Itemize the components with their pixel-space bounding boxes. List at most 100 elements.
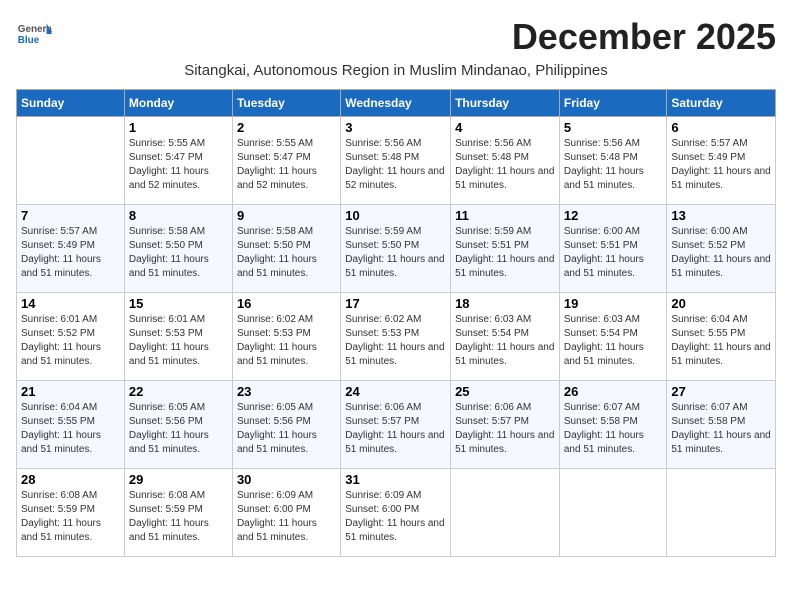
calendar-cell: 10 Sunrise: 5:59 AMSunset: 5:50 PMDayligh… — [341, 205, 451, 293]
day-number: 18 — [455, 296, 555, 311]
day-info: Sunrise: 6:01 AMSunset: 5:52 PMDaylight:… — [21, 313, 120, 369]
header-cell-monday: Monday — [124, 90, 232, 117]
calendar-cell: 12Sunrise: 6:00 AMSunset: 5:51 PMDayligh… — [559, 205, 667, 293]
calendar-cell: 14Sunrise: 6:01 AMSunset: 5:52 PMDayligh… — [17, 293, 125, 381]
day-info: Sunrise: 6:08 AMSunset: 5:59 PMDaylight:… — [21, 489, 120, 545]
day-number: 5 — [564, 120, 663, 135]
calendar-cell: 13 Sunrise: 6:00 AMSunset: 5:52 PMDayligh… — [667, 205, 776, 293]
calendar-cell: 11 Sunrise: 5:59 AMSunset: 5:51 PMDayligh… — [451, 205, 560, 293]
day-number: 31 — [345, 472, 446, 487]
calendar-cell: 8 Sunrise: 5:58 AMSunset: 5:50 PMDaylight… — [124, 205, 232, 293]
day-info: Sunrise: 6:03 AMSunset: 5:54 PMDaylight:… — [455, 313, 555, 369]
day-number: 11 — [455, 208, 555, 223]
header: General Blue December 2025 — [16, 16, 776, 58]
calendar-cell — [451, 469, 560, 557]
header-cell-thursday: Thursday — [451, 90, 560, 117]
day-number: 30 — [237, 472, 336, 487]
day-number: 29 — [129, 472, 228, 487]
svg-text:Blue: Blue — [18, 35, 40, 46]
day-number: 6 — [671, 120, 771, 135]
day-info: Sunrise: 6:09 AMSunset: 6:00 PMDaylight:… — [237, 489, 336, 545]
calendar-cell: 1 Sunrise: 5:55 AMSunset: 5:47 PMDaylight… — [124, 117, 232, 205]
day-info: Sunrise: 5:59 AMSunset: 5:51 PMDaylight:… — [455, 225, 555, 281]
day-number: 3 — [345, 120, 446, 135]
day-number: 17 — [345, 296, 446, 311]
day-number: 23 — [237, 384, 336, 399]
day-info: Sunrise: 6:05 AMSunset: 5:56 PMDaylight:… — [237, 401, 336, 457]
header-cell-friday: Friday — [559, 90, 667, 117]
header-cell-wednesday: Wednesday — [341, 90, 451, 117]
calendar-cell: 5 Sunrise: 5:56 AMSunset: 5:48 PMDaylight… — [559, 117, 667, 205]
day-info: Sunrise: 6:07 AMSunset: 5:58 PMDaylight:… — [671, 401, 771, 457]
day-number: 27 — [671, 384, 771, 399]
day-info: Sunrise: 5:59 AMSunset: 5:50 PMDaylight:… — [345, 225, 446, 281]
day-number: 21 — [21, 384, 120, 399]
day-info: Sunrise: 6:01 AMSunset: 5:53 PMDaylight:… — [129, 313, 228, 369]
day-info: Sunrise: 5:55 AMSunset: 5:47 PMDaylight:… — [237, 137, 336, 193]
calendar-cell: 15 Sunrise: 6:01 AMSunset: 5:53 PMDayligh… — [124, 293, 232, 381]
calendar-cell: 25Sunrise: 6:06 AMSunset: 5:57 PMDayligh… — [451, 381, 560, 469]
day-info: Sunrise: 6:02 AMSunset: 5:53 PMDaylight:… — [345, 313, 446, 369]
calendar-cell: 24 Sunrise: 6:06 AMSunset: 5:57 PMDayligh… — [341, 381, 451, 469]
day-number: 2 — [237, 120, 336, 135]
month-title: December 2025 — [512, 16, 776, 58]
day-info: Sunrise: 6:05 AMSunset: 5:56 PMDaylight:… — [129, 401, 228, 457]
day-number: 12 — [564, 208, 663, 223]
calendar-cell: 7 Sunrise: 5:57 AMSunset: 5:49 PMDaylight… — [17, 205, 125, 293]
day-info: Sunrise: 6:06 AMSunset: 5:57 PMDaylight:… — [345, 401, 446, 457]
header-cell-sunday: Sunday — [17, 90, 125, 117]
calendar-cell: 17 Sunrise: 6:02 AMSunset: 5:53 PMDayligh… — [341, 293, 451, 381]
calendar-cell — [667, 469, 776, 557]
calendar-cell: 20Sunrise: 6:04 AMSunset: 5:55 PMDayligh… — [667, 293, 776, 381]
calendar-cell: 28 Sunrise: 6:08 AMSunset: 5:59 PMDayligh… — [17, 469, 125, 557]
day-info: Sunrise: 6:03 AMSunset: 5:54 PMDaylight:… — [564, 313, 663, 369]
day-info: Sunrise: 6:06 AMSunset: 5:57 PMDaylight:… — [455, 401, 555, 457]
day-info: Sunrise: 5:58 AMSunset: 5:50 PMDaylight:… — [237, 225, 336, 281]
day-info: Sunrise: 5:56 AMSunset: 5:48 PMDaylight:… — [455, 137, 555, 193]
calendar-cell: 3Sunrise: 5:56 AMSunset: 5:48 PMDaylight… — [341, 117, 451, 205]
calendar-week-row: 28 Sunrise: 6:08 AMSunset: 5:59 PMDayligh… — [17, 469, 776, 557]
calendar-cell: 31Sunrise: 6:09 AMSunset: 6:00 PMDayligh… — [341, 469, 451, 557]
calendar-cell: 6 Sunrise: 5:57 AMSunset: 5:49 PMDaylight… — [667, 117, 776, 205]
calendar-cell: 22 Sunrise: 6:05 AMSunset: 5:56 PMDayligh… — [124, 381, 232, 469]
calendar-body: 1 Sunrise: 5:55 AMSunset: 5:47 PMDaylight… — [17, 117, 776, 557]
subtitle: Sitangkai, Autonomous Region in Muslim M… — [16, 62, 776, 79]
day-info: Sunrise: 6:07 AMSunset: 5:58 PMDaylight:… — [564, 401, 663, 457]
day-number: 24 — [345, 384, 446, 399]
calendar-cell: 9Sunrise: 5:58 AMSunset: 5:50 PMDaylight… — [232, 205, 340, 293]
day-number: 8 — [129, 208, 228, 223]
calendar-week-row: 14Sunrise: 6:01 AMSunset: 5:52 PMDayligh… — [17, 293, 776, 381]
logo: General Blue — [16, 16, 54, 52]
day-number: 13 — [671, 208, 771, 223]
calendar-cell: 18 Sunrise: 6:03 AMSunset: 5:54 PMDayligh… — [451, 293, 560, 381]
calendar-cell: 4 Sunrise: 5:56 AMSunset: 5:48 PMDaylight… — [451, 117, 560, 205]
day-info: Sunrise: 6:08 AMSunset: 5:59 PMDaylight:… — [129, 489, 228, 545]
calendar-cell: 19 Sunrise: 6:03 AMSunset: 5:54 PMDayligh… — [559, 293, 667, 381]
day-number: 16 — [237, 296, 336, 311]
calendar-cell: 27 Sunrise: 6:07 AMSunset: 5:58 PMDayligh… — [667, 381, 776, 469]
day-number: 28 — [21, 472, 120, 487]
day-number: 10 — [345, 208, 446, 223]
header-cell-saturday: Saturday — [667, 90, 776, 117]
calendar-cell — [17, 117, 125, 205]
day-info: Sunrise: 5:55 AMSunset: 5:47 PMDaylight:… — [129, 137, 228, 193]
calendar-cell — [559, 469, 667, 557]
calendar-table: SundayMondayTuesdayWednesdayThursdayFrid… — [16, 89, 776, 557]
day-info: Sunrise: 5:57 AMSunset: 5:49 PMDaylight:… — [21, 225, 120, 281]
header-cell-tuesday: Tuesday — [232, 90, 340, 117]
day-info: Sunrise: 5:56 AMSunset: 5:48 PMDaylight:… — [564, 137, 663, 193]
day-info: Sunrise: 5:57 AMSunset: 5:49 PMDaylight:… — [671, 137, 771, 193]
day-info: Sunrise: 5:58 AMSunset: 5:50 PMDaylight:… — [129, 225, 228, 281]
day-number: 1 — [129, 120, 228, 135]
calendar-cell: 30 Sunrise: 6:09 AMSunset: 6:00 PMDayligh… — [232, 469, 340, 557]
calendar-cell: 21Sunrise: 6:04 AMSunset: 5:55 PMDayligh… — [17, 381, 125, 469]
day-number: 22 — [129, 384, 228, 399]
day-number: 19 — [564, 296, 663, 311]
calendar-cell: 16Sunrise: 6:02 AMSunset: 5:53 PMDayligh… — [232, 293, 340, 381]
day-number: 15 — [129, 296, 228, 311]
day-number: 7 — [21, 208, 120, 223]
logo-icon: General Blue — [16, 16, 52, 52]
day-number: 4 — [455, 120, 555, 135]
day-info: Sunrise: 6:00 AMSunset: 5:52 PMDaylight:… — [671, 225, 771, 281]
calendar-week-row: 1 Sunrise: 5:55 AMSunset: 5:47 PMDaylight… — [17, 117, 776, 205]
